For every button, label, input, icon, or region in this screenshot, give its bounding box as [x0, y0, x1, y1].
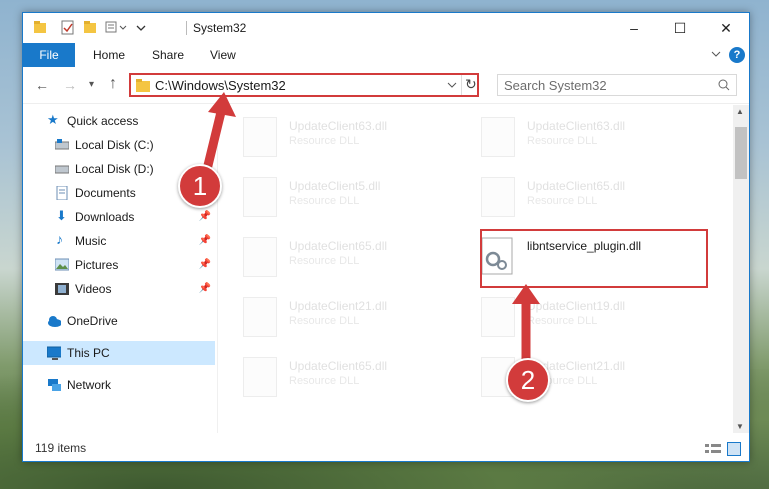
callout-badge-1: 1 — [178, 164, 222, 208]
callout-badge-2: 2 — [506, 358, 550, 402]
callout-arrows — [197, 92, 540, 365]
